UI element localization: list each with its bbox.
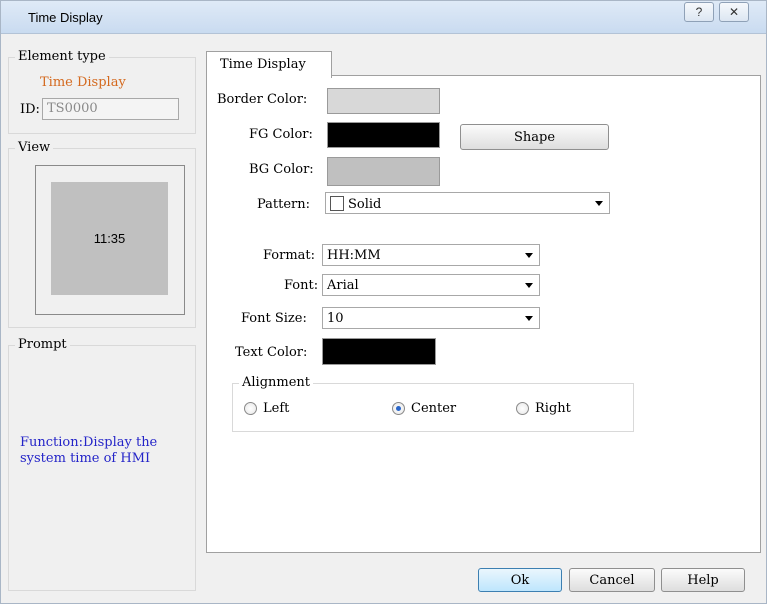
radio-unchecked-icon <box>516 402 529 415</box>
pattern-preview <box>330 196 344 211</box>
bg-color-label: BG Color: <box>249 162 314 177</box>
format-value: HH:MM <box>327 248 381 263</box>
preview-frame: 11:35 <box>35 165 185 315</box>
element-type-title: Element type <box>15 49 109 64</box>
align-center-label: Center <box>411 401 457 416</box>
font-size-value: 10 <box>327 311 344 326</box>
dialog-title: Time Display <box>28 10 103 25</box>
pattern-select[interactable]: Solid <box>325 192 610 214</box>
id-label: ID: <box>20 102 40 117</box>
help-button[interactable]: Help <box>661 568 745 592</box>
align-right-label: Right <box>535 401 571 416</box>
close-icon: ✕ <box>728 5 740 19</box>
border-color-swatch[interactable] <box>327 88 440 114</box>
tab-time-display[interactable]: Time Display <box>206 51 332 78</box>
pattern-label: Pattern: <box>257 197 311 212</box>
title-bar[interactable]: Time Display ? ✕ <box>1 1 766 34</box>
align-center-radio[interactable]: Center <box>392 401 456 416</box>
time-preview: 11:35 <box>51 182 168 295</box>
align-left-label: Left <box>263 401 290 416</box>
font-size-select[interactable]: 10 <box>322 307 540 329</box>
prompt-title: Prompt <box>15 337 70 352</box>
tab-panel: Border Color: FG Color: Shape BG Color: … <box>206 75 761 553</box>
chevron-down-icon <box>525 316 533 321</box>
format-select[interactable]: HH:MM <box>322 244 540 266</box>
format-label: Format: <box>263 248 316 263</box>
chevron-down-icon <box>525 283 533 288</box>
id-field[interactable]: TS0000 <box>42 98 179 120</box>
shape-button[interactable]: Shape <box>460 124 609 150</box>
text-color-swatch[interactable] <box>322 338 436 365</box>
cancel-button[interactable]: Cancel <box>569 568 655 592</box>
help-title-button[interactable]: ? <box>684 2 714 22</box>
font-value: Arial <box>327 278 359 293</box>
radio-checked-icon <box>392 402 405 415</box>
bg-color-swatch[interactable] <box>327 157 440 186</box>
fg-color-label: FG Color: <box>249 127 313 142</box>
align-right-radio[interactable]: Right <box>516 401 571 416</box>
fg-color-swatch[interactable] <box>327 122 440 148</box>
border-color-label: Border Color: <box>217 92 308 107</box>
radio-unchecked-icon <box>244 402 257 415</box>
element-type-value: Time Display <box>40 75 126 90</box>
dialog-body: Element type Time Display ID: TS0000 Vie… <box>8 41 761 597</box>
chevron-down-icon <box>525 253 533 258</box>
font-size-label: Font Size: <box>241 311 307 326</box>
font-label: Font: <box>284 278 319 293</box>
align-left-radio[interactable]: Left <box>244 401 289 416</box>
element-type-group: Element type <box>8 49 196 134</box>
alignment-title: Alignment <box>239 375 314 390</box>
question-mark-icon: ? <box>695 5 703 19</box>
text-color-label: Text Color: <box>235 345 308 360</box>
chevron-down-icon <box>595 201 603 206</box>
font-select[interactable]: Arial <box>322 274 540 296</box>
view-title: View <box>15 140 54 155</box>
ok-button[interactable]: Ok <box>478 568 562 592</box>
pattern-value: Solid <box>348 197 382 212</box>
prompt-group: Prompt <box>8 337 196 591</box>
prompt-text: Function:Display the system time of HMI <box>20 435 158 466</box>
time-display-dialog: Time Display ? ✕ Element type Time Displ… <box>0 0 767 604</box>
close-button[interactable]: ✕ <box>719 2 749 22</box>
